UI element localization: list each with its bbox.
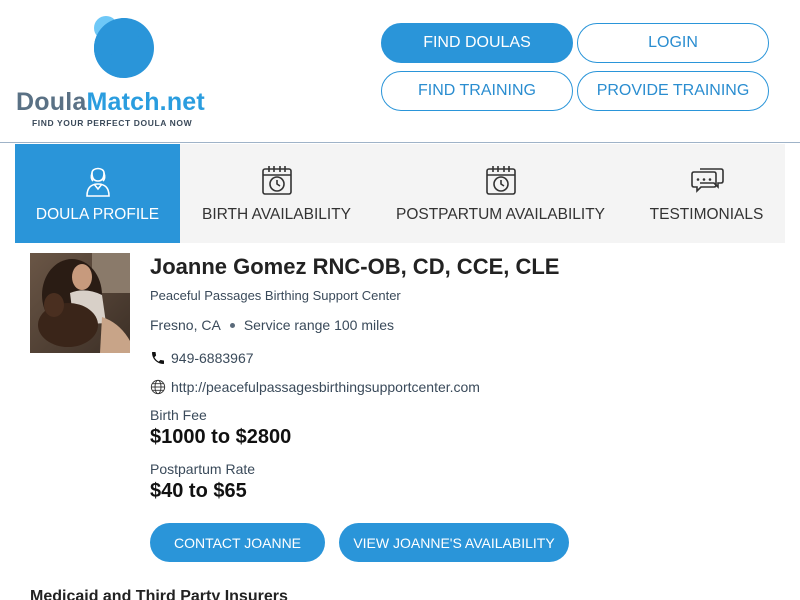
service-range: Service range 100 miles [243,317,394,333]
doula-name: Joanne Gomez RNC-OB, CD, CCE, CLE [150,254,560,279]
phone-line[interactable]: 949-6883967 [150,350,254,366]
calendar-clock-icon [484,162,518,198]
location-line: Fresno, CA Service range 100 miles [150,317,394,333]
postpartum-rate-label: Postpartum Rate [150,461,256,477]
doula-photo [30,253,130,353]
separator-dot [229,322,235,328]
birth-fee-value: $1000 to $2800 [150,426,292,448]
organization-name: Peaceful Passages Birthing Support Cente… [150,288,401,303]
tab-label: POSTPARTUM AVAILABILITY [395,206,606,223]
site-logo[interactable]: DoulaMatch.net FIND YOUR PERFECT DOULA N… [16,12,226,132]
tab-birth-availability[interactable]: BIRTH AVAILABILITY [180,144,373,243]
logo-wordmark: DoulaMatch.net [16,88,205,117]
tab-label: BIRTH AVAILABILITY [201,206,352,223]
logo-tagline: FIND YOUR PERFECT DOULA NOW [32,118,193,128]
provide-training-button[interactable]: PROVIDE TRAINING [577,71,769,111]
tab-postpartum-availability[interactable]: POSTPARTUM AVAILABILITY [373,144,628,243]
insurers-heading: Medicaid and Third Party Insurers [30,588,288,600]
globe-icon [150,379,166,395]
calendar-clock-icon [260,162,294,198]
doula-person-icon [81,162,115,198]
site-header: DoulaMatch.net FIND YOUR PERFECT DOULA N… [0,0,800,143]
website-line[interactable]: http://peacefulpassagesbirthingsupportce… [150,379,480,395]
chat-bubbles-icon [690,162,724,198]
view-availability-button[interactable]: VIEW JOANNE'S AVAILABILITY [339,523,569,562]
phone-number[interactable]: 949-6883967 [171,350,254,366]
find-training-button[interactable]: FIND TRAINING [381,71,573,111]
tab-doula-profile[interactable]: DOULA PROFILE [15,144,180,243]
find-doulas-button[interactable]: FIND DOULAS [381,23,573,63]
contact-doula-button[interactable]: CONTACT JOANNE [150,523,325,562]
profile-tabs: DOULA PROFILE BIRTH AVAILABILITY POSTPAR… [15,144,785,243]
login-button[interactable]: LOGIN [577,23,769,63]
tab-testimonials[interactable]: TESTIMONIALS [628,144,785,243]
logo-mark-icon [94,15,154,78]
city: Fresno, CA [150,317,221,333]
logo-wordmark-part2: Match.net [86,88,205,116]
phone-icon [152,352,164,364]
logo-wordmark-part1: Doula [16,88,87,116]
birth-fee-label: Birth Fee [150,407,207,423]
tab-label: DOULA PROFILE [35,206,160,223]
postpartum-rate-value: $40 to $65 [150,480,247,502]
tab-label: TESTIMONIALS [649,206,764,223]
website-link[interactable]: http://peacefulpassagesbirthingsupportce… [171,379,480,395]
